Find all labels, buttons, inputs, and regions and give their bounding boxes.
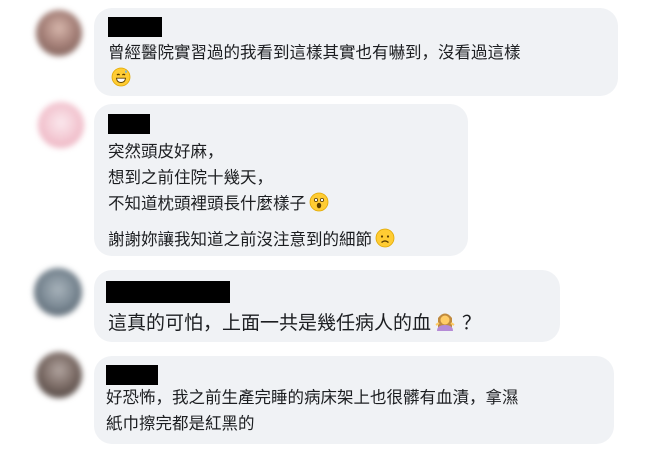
avatar[interactable] <box>36 352 82 398</box>
comment-text: 這真的可怕，上面一共是幾任病人的血 ？ <box>108 310 481 339</box>
comment-text: 突然頭皮好麻， 想到之前住院十幾天， 不知道枕頭裡頭長什麼樣子 謝謝妳讓我知道之… <box>108 139 395 256</box>
avatar[interactable] <box>34 268 82 316</box>
comment-line: ？ <box>462 312 482 334</box>
avatar[interactable] <box>38 102 84 148</box>
comment-line: 紙巾擦完都是紅黑的 <box>106 414 255 433</box>
comment-line: 不知道枕頭裡頭長什麼樣子 <box>108 194 306 213</box>
grinning-sweat-emoji <box>111 67 131 95</box>
comment-line-wrap: 不知道枕頭裡頭長什麼樣子 <box>108 191 395 220</box>
redacted-author-name <box>108 114 150 134</box>
redacted-author-name <box>108 17 162 37</box>
woman-shrugging-emoji <box>434 310 456 339</box>
comment-line-wrap: 謝謝妳讓我知道之前沒注意到的細節 <box>108 227 395 256</box>
comment-line: 曾經醫院實習過的我看到這樣其實也有嚇到，沒看過這樣 <box>108 43 521 62</box>
comment-line: 好恐怖，我之前生產完睡的病床架上也很髒有血漬，拿濕 <box>106 388 519 407</box>
shocked-face-emoji <box>309 192 329 220</box>
avatar[interactable] <box>36 10 82 56</box>
redacted-author-name <box>106 365 158 385</box>
comment-text: 曾經醫院實習過的我看到這樣其實也有嚇到，沒看過這樣 <box>108 40 521 66</box>
comment-line: 謝謝妳讓我知道之前沒注意到的細節 <box>108 230 372 249</box>
sad-face-emoji <box>375 228 395 256</box>
comment-line: 這真的可怕，上面一共是幾任病人的血 <box>108 312 432 334</box>
comment-text: 好恐怖，我之前生產完睡的病床架上也很髒有血漬，拿濕 紙巾擦完都是紅黑的 <box>106 385 519 437</box>
comment-line: 想到之前住院十幾天， <box>108 168 273 187</box>
redacted-author-name <box>106 281 230 303</box>
comment-line: 突然頭皮好麻， <box>108 142 224 161</box>
comment-line-wrap <box>108 66 131 95</box>
